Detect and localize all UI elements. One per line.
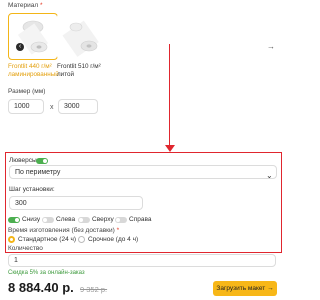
current-price: 8 884.40 р. (8, 280, 74, 295)
material-title-frontlit-510[interactable]: Frontlit 510 г/м² литой (57, 63, 117, 79)
annotation-arrow-head (164, 145, 175, 152)
production-option-standard[interactable]: Стандартное (24 ч) (18, 236, 76, 243)
material-card-frontlit-510[interactable] (57, 13, 107, 60)
arrow-right-icon[interactable]: → (267, 42, 275, 51)
upload-layout-button[interactable]: Загрузить макет → (213, 281, 277, 296)
width-value: 1000 (14, 103, 30, 110)
size-separator: x (50, 104, 54, 111)
side-label-right: Справа (129, 216, 152, 223)
side-label-left: Слева (56, 216, 76, 223)
quantity-input[interactable]: 1 (8, 254, 276, 267)
production-label: Время изготовления (без доставки) * (8, 227, 119, 234)
side-label-top: Сверху (92, 216, 114, 223)
required-mark: * (116, 227, 120, 234)
grommets-toggle[interactable] (36, 157, 48, 164)
required-mark: * (39, 2, 43, 9)
annotation-arrow-line (169, 44, 171, 149)
placement-selected-value: По периметру (15, 168, 61, 176)
size-label: Размер (мм) (8, 88, 46, 95)
production-radio-urgent[interactable] (78, 236, 85, 243)
discount-note: Скидка 5% за онлайн-заказ (8, 270, 85, 276)
production-option-urgent[interactable]: Срочное (до 4 ч) (88, 236, 138, 243)
step-value: 300 (15, 199, 27, 207)
side-toggle-right[interactable] (115, 216, 127, 223)
quantity-value: 1 (14, 257, 18, 264)
material-label: Материал * (8, 2, 42, 9)
width-input[interactable]: 1000 (8, 99, 44, 114)
material-label-text: Материал (8, 2, 39, 9)
quantity-label: Количество (8, 245, 43, 252)
step-input[interactable]: 300 (9, 196, 143, 210)
production-radio-standard[interactable] (8, 236, 15, 243)
side-toggle-top[interactable] (78, 216, 90, 223)
material-card-frontlit-440[interactable] (8, 13, 58, 60)
banner-roll-image (17, 20, 49, 55)
placement-select[interactable]: По периметру (9, 165, 277, 179)
height-input[interactable]: 3000 (58, 99, 98, 114)
side-label-bottom: Снизу (22, 216, 41, 223)
height-value: 3000 (64, 103, 80, 110)
side-toggle-left[interactable] (42, 216, 54, 223)
side-toggle-bottom[interactable] (8, 216, 20, 223)
grommets-label: Люверсы (9, 157, 37, 164)
banner-roll-image (62, 20, 99, 57)
production-label-text: Время изготовления (без доставки) (8, 227, 115, 234)
step-label: Шаг установки: (9, 186, 55, 193)
chevron-down-icon: ⌄ (266, 171, 273, 180)
chevron-left-icon[interactable]: ‹ (16, 43, 24, 51)
old-price: 9 352 р. (80, 285, 108, 294)
